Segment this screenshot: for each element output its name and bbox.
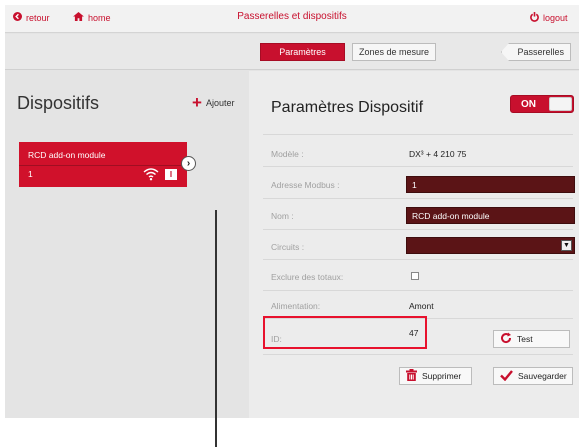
name-label: Nom : — [271, 211, 294, 221]
divider — [263, 198, 573, 199]
device-type-badge: I — [165, 169, 177, 180]
test-button-label: Test — [517, 334, 533, 344]
trash-icon — [406, 369, 417, 383]
refresh-icon — [500, 332, 512, 346]
toggle-knob — [549, 97, 572, 111]
devices-panel: Dispositifs + Ajouter RCD add-on module … — [5, 71, 249, 447]
logout-link-label: logout — [543, 13, 568, 23]
modbus-label: Adresse Modbus : — [271, 180, 340, 190]
test-button[interactable]: Test — [493, 330, 570, 348]
divider — [263, 259, 573, 260]
exclude-totals-checkbox[interactable] — [411, 272, 419, 280]
exclude-totals-label: Exclure des totaux: — [271, 272, 344, 282]
model-value: DX³ + 4 210 75 — [409, 149, 467, 159]
page-title: Passerelles et dispositifs — [237, 11, 347, 22]
add-device-button[interactable]: + Ajouter — [192, 93, 235, 112]
device-number: 1 — [28, 169, 33, 179]
id-highlight-box — [263, 316, 427, 349]
device-settings-panel: Paramètres Dispositif ON Modèle : DX³ + … — [249, 71, 579, 418]
settings-title: Paramètres Dispositif — [271, 99, 424, 116]
top-bar: retour home Passerelles et dispositifs l… — [5, 5, 579, 33]
chevron-right-icon[interactable]: › — [181, 156, 196, 171]
plus-icon: + — [192, 93, 202, 112]
circuits-label: Circuits : — [271, 242, 305, 252]
divider — [263, 166, 573, 167]
card-divider — [19, 165, 187, 166]
power-supply-value: Amont — [409, 301, 434, 311]
divider — [263, 229, 573, 230]
add-device-label: Ajouter — [205, 98, 235, 108]
save-button-label: Sauvegarder — [518, 371, 567, 381]
power-icon — [530, 12, 539, 24]
toggle-label: ON — [521, 99, 536, 110]
divider — [263, 134, 573, 135]
sub-header: Paramètres Zones de mesure Passerelles — [5, 34, 579, 70]
panel-separator — [215, 210, 217, 447]
circuits-select[interactable]: ▼ — [406, 237, 575, 254]
id-label: ID: — [271, 334, 282, 344]
save-button[interactable]: Sauvegarder — [493, 367, 573, 385]
divider — [263, 354, 573, 355]
tab-zones-de-mesure[interactable]: Zones de mesure — [352, 43, 436, 61]
power-supply-label: Alimentation: — [271, 301, 321, 311]
device-card[interactable]: RCD add-on module 1 I — [19, 142, 187, 187]
delete-button-label: Supprimer — [422, 371, 462, 381]
devices-title: Dispositifs — [17, 93, 100, 113]
delete-button[interactable]: Supprimer — [399, 367, 472, 385]
id-value: 47 — [409, 328, 419, 338]
chevron-down-icon: ▼ — [561, 240, 572, 251]
device-name: RCD add-on module — [28, 150, 106, 160]
divider — [263, 290, 573, 291]
wifi-icon — [143, 167, 159, 181]
app-frame: retour home Passerelles et dispositifs l… — [5, 5, 579, 447]
modbus-address-field[interactable]: 1 — [406, 176, 575, 193]
model-label: Modèle : — [271, 149, 304, 159]
passerelles-back-button[interactable]: Passerelles — [501, 43, 571, 61]
logout-link[interactable]: logout — [530, 12, 568, 24]
device-on-toggle[interactable]: ON — [510, 95, 574, 113]
checkmark-icon — [500, 369, 513, 383]
tab-parametres[interactable]: Paramètres — [260, 43, 345, 61]
device-name-field[interactable]: RCD add-on module — [406, 207, 575, 224]
